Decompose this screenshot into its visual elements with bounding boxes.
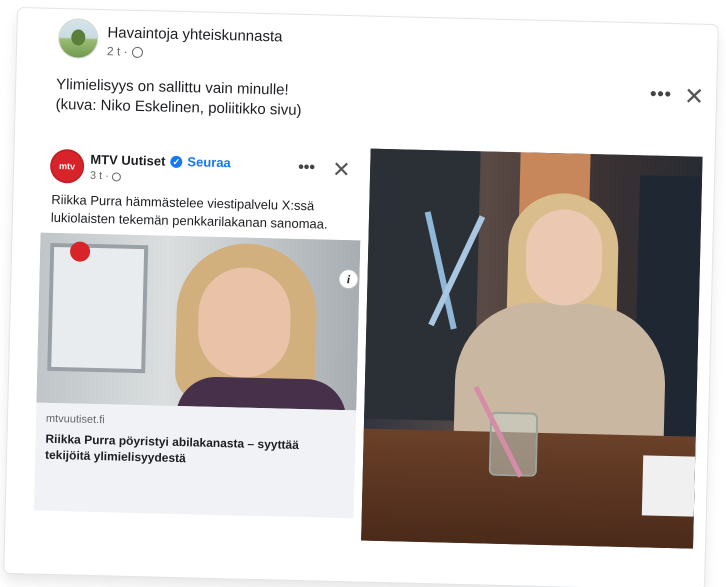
shared-text: Riikka Purra hämmästelee viestipalvelu X… [50, 191, 328, 232]
more-options-icon[interactable]: ••• [650, 83, 672, 105]
screenshot-stage: Havaintoja yhteiskunnasta 2 t · ••• ✕ Yl… [0, 0, 726, 587]
shared-source: MTV Uutiset ✓ Seuraa [90, 152, 231, 170]
link-title[interactable]: Riikka Purra pöyristyi abilakanasta – sy… [45, 431, 336, 470]
page-name[interactable]: Havaintoja yhteiskunnasta [107, 24, 282, 45]
link-preview[interactable]: mtvuutiset.fi Riikka Purra pöyristyi abi… [33, 402, 357, 519]
shared-post[interactable]: mtv MTV Uutiset ✓ Seuraa 3 t · ••• ✕ Rii… [33, 140, 363, 519]
photo-paper [641, 455, 696, 517]
post-time[interactable]: 2 t · [107, 44, 128, 59]
page-avatar[interactable] [58, 19, 98, 58]
photo-person-face [524, 208, 604, 307]
globe-icon [111, 171, 121, 182]
close-icon[interactable]: ✕ [684, 83, 705, 110]
facebook-post-card: Havaintoja yhteiskunnasta 2 t · ••• ✕ Yl… [4, 8, 718, 587]
shared-more-options-icon[interactable]: ••• [298, 159, 315, 177]
article-image[interactable]: i [36, 232, 361, 411]
post-photo[interactable] [361, 148, 703, 549]
shared-meta: 3 t · [90, 170, 121, 183]
shared-time[interactable]: 3 t · [90, 170, 109, 182]
follow-button[interactable]: Seuraa [187, 154, 231, 170]
avatar-tree-shape [71, 29, 86, 46]
post-meta: 2 t · [107, 44, 143, 59]
shared-source-name[interactable]: MTV Uutiset [90, 152, 165, 169]
post-text: Ylimielisyys on sallittu vain minulle! (… [55, 75, 302, 121]
globe-icon [131, 46, 143, 58]
image-person-face [197, 266, 292, 379]
link-domain: mtvuutiset.fi [45, 412, 105, 427]
shared-close-icon[interactable]: ✕ [332, 157, 351, 182]
verified-badge-icon: ✓ [170, 155, 183, 168]
image-window [47, 242, 149, 374]
mtv-logo-avatar[interactable]: mtv [51, 150, 83, 182]
